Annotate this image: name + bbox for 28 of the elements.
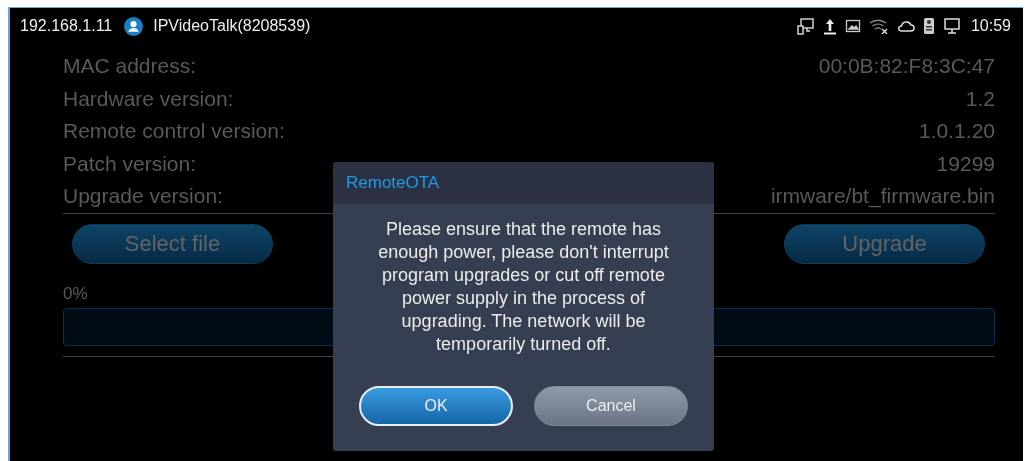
- info-value: irmware/bt_firmware.bin: [770, 184, 995, 209]
- info-value: 1.2: [965, 86, 995, 111]
- monitor-icon: [942, 17, 961, 35]
- clock-time: 10:59: [970, 17, 1011, 35]
- progress-percent: 0%: [63, 283, 88, 303]
- account-name: IPVideoTalk(8208539): [153, 17, 311, 35]
- select-file-button[interactable]: Select file: [72, 223, 273, 264]
- info-label: MAC address:: [63, 54, 197, 79]
- ip-address: 192.168.1.11: [20, 17, 113, 35]
- info-label: Patch version:: [63, 151, 197, 176]
- remote-icon: [922, 17, 935, 35]
- info-label: Hardware version:: [63, 86, 234, 111]
- upload-icon: [822, 17, 837, 35]
- ok-button[interactable]: OK: [359, 386, 513, 426]
- info-label: Remote control version:: [63, 119, 285, 144]
- info-value: 19299: [936, 151, 995, 176]
- info-value: 1.0.1.20: [919, 119, 995, 144]
- dialog-message: Please ensure that the remote has enough power, please don't interrupt program upgrades or cut off remote power supply in the process of upgrading. The network will be temporarily turned off.: [377, 218, 670, 356]
- wifi-off-icon: [868, 18, 889, 34]
- network-display-icon: [796, 17, 815, 35]
- upgrade-button[interactable]: Upgrade: [784, 223, 985, 264]
- cancel-button[interactable]: Cancel: [534, 386, 688, 426]
- picture-icon: [844, 18, 861, 34]
- info-label: Upgrade version:: [63, 184, 223, 209]
- user-icon: [124, 16, 144, 36]
- info-value: 00:0B:82:F8:3C:47: [818, 54, 995, 79]
- cloud-icon: [896, 19, 915, 33]
- dialog-title: RemoteOTA: [333, 162, 714, 204]
